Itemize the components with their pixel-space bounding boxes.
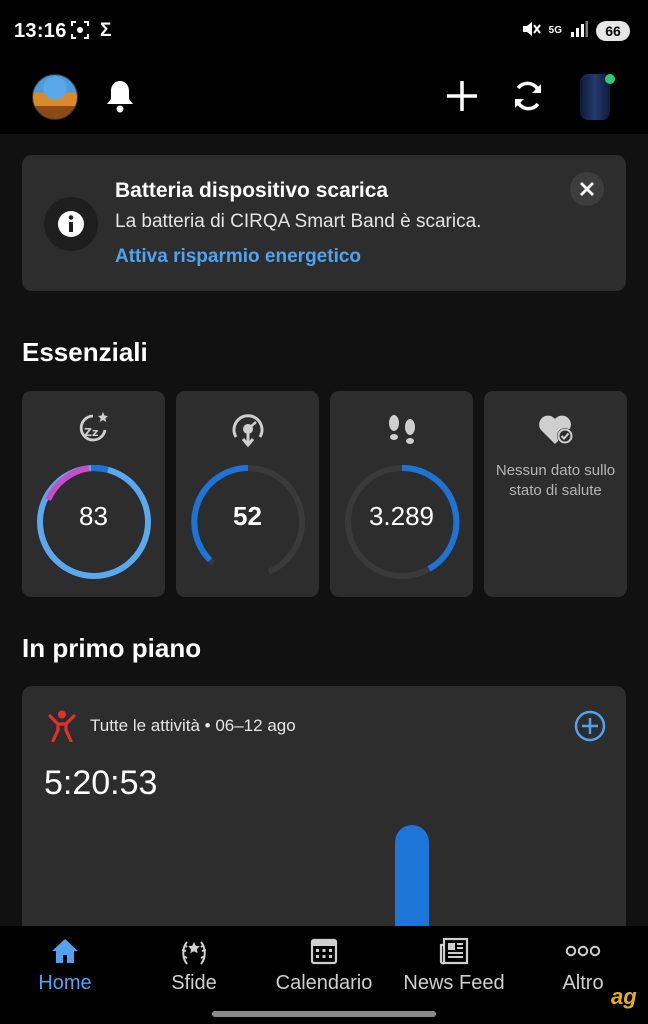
watermark-logo: ag [611, 984, 637, 1009]
calendar-icon [259, 934, 389, 968]
device-connected-dot [605, 74, 615, 84]
health-status-message: Nessun dato sullo stato di salute [495, 462, 616, 499]
sleep-score-value: 83 [79, 501, 108, 531]
home-indicator[interactable] [212, 1011, 436, 1017]
more-icon [518, 934, 648, 968]
status-right-icons: 5G 66 [521, 20, 630, 41]
stress-value: 52 [233, 501, 262, 531]
status-left-icons: Σ [70, 20, 111, 46]
nav-calendar-label: Calendario [275, 972, 373, 994]
nav-news-feed-label: News Feed [403, 972, 505, 994]
stress-tile[interactable]: 52 [176, 391, 319, 597]
nav-home-label: Home [38, 972, 92, 994]
nav-challenges-label: Sfide [171, 972, 217, 994]
sigma-icon: Σ [100, 20, 112, 41]
health-status-icon [536, 409, 576, 449]
sync-icon[interactable] [504, 72, 552, 120]
plus-icon[interactable] [438, 72, 486, 120]
battery-alert-card: Batteria dispositivo scarica La batteria… [22, 155, 626, 291]
add-circle-icon[interactable] [574, 710, 606, 742]
news-icon [389, 934, 519, 968]
alert-title: Batteria dispositivo scarica [115, 179, 389, 202]
nav-challenges[interactable]: Sfide [129, 934, 259, 995]
nav-home[interactable]: Home [0, 934, 130, 995]
steps-tile[interactable]: 3.289 [330, 391, 473, 597]
health-status-tile[interactable]: Nessun dato sullo stato di salute [484, 391, 627, 597]
battery-level: 66 [596, 20, 630, 41]
status-time: 13:16 [14, 20, 67, 42]
bell-icon[interactable] [96, 72, 144, 120]
home-icon [0, 934, 130, 968]
signal-icon [570, 21, 588, 40]
nav-news-feed[interactable]: News Feed [389, 934, 519, 995]
activity-total-time: 5:20:53 [44, 764, 158, 802]
app-header [0, 64, 648, 134]
activity-label: Tutte le attività • 06–12 ago [90, 716, 296, 735]
alert-body: La batteria di CIRQA Smart Band è scaric… [115, 211, 482, 232]
steps-icon [382, 409, 422, 449]
sleep-score-tile[interactable]: Zz 83 [22, 391, 165, 597]
power-saving-link[interactable]: Attiva risparmio energetico [115, 246, 361, 268]
laurel-icon [129, 934, 259, 968]
info-icon [44, 197, 98, 251]
essentials-title: Essenziali [22, 337, 148, 367]
mute-icon [521, 20, 541, 41]
screen-record-icon [70, 20, 90, 46]
network-type: 5G [548, 25, 562, 36]
activity-icon [48, 710, 76, 742]
featured-title: In primo piano [22, 633, 202, 663]
sleep-icon: Zz [74, 409, 114, 449]
bottom-navigation: Home Sfide Calendario News Feed Altro [0, 926, 648, 1024]
steps-value: 3.289 [368, 501, 435, 531]
activity-summary-card[interactable]: Tutte le attività • 06–12 ago 5:20:53 [22, 686, 626, 945]
avatar[interactable] [32, 74, 78, 120]
status-bar: 13:16 Σ 5G 66 [0, 0, 648, 64]
svg-text:Zz: Zz [84, 426, 98, 439]
close-icon[interactable] [570, 172, 604, 206]
stress-icon [228, 409, 268, 449]
nav-calendar[interactable]: Calendario [259, 934, 389, 995]
